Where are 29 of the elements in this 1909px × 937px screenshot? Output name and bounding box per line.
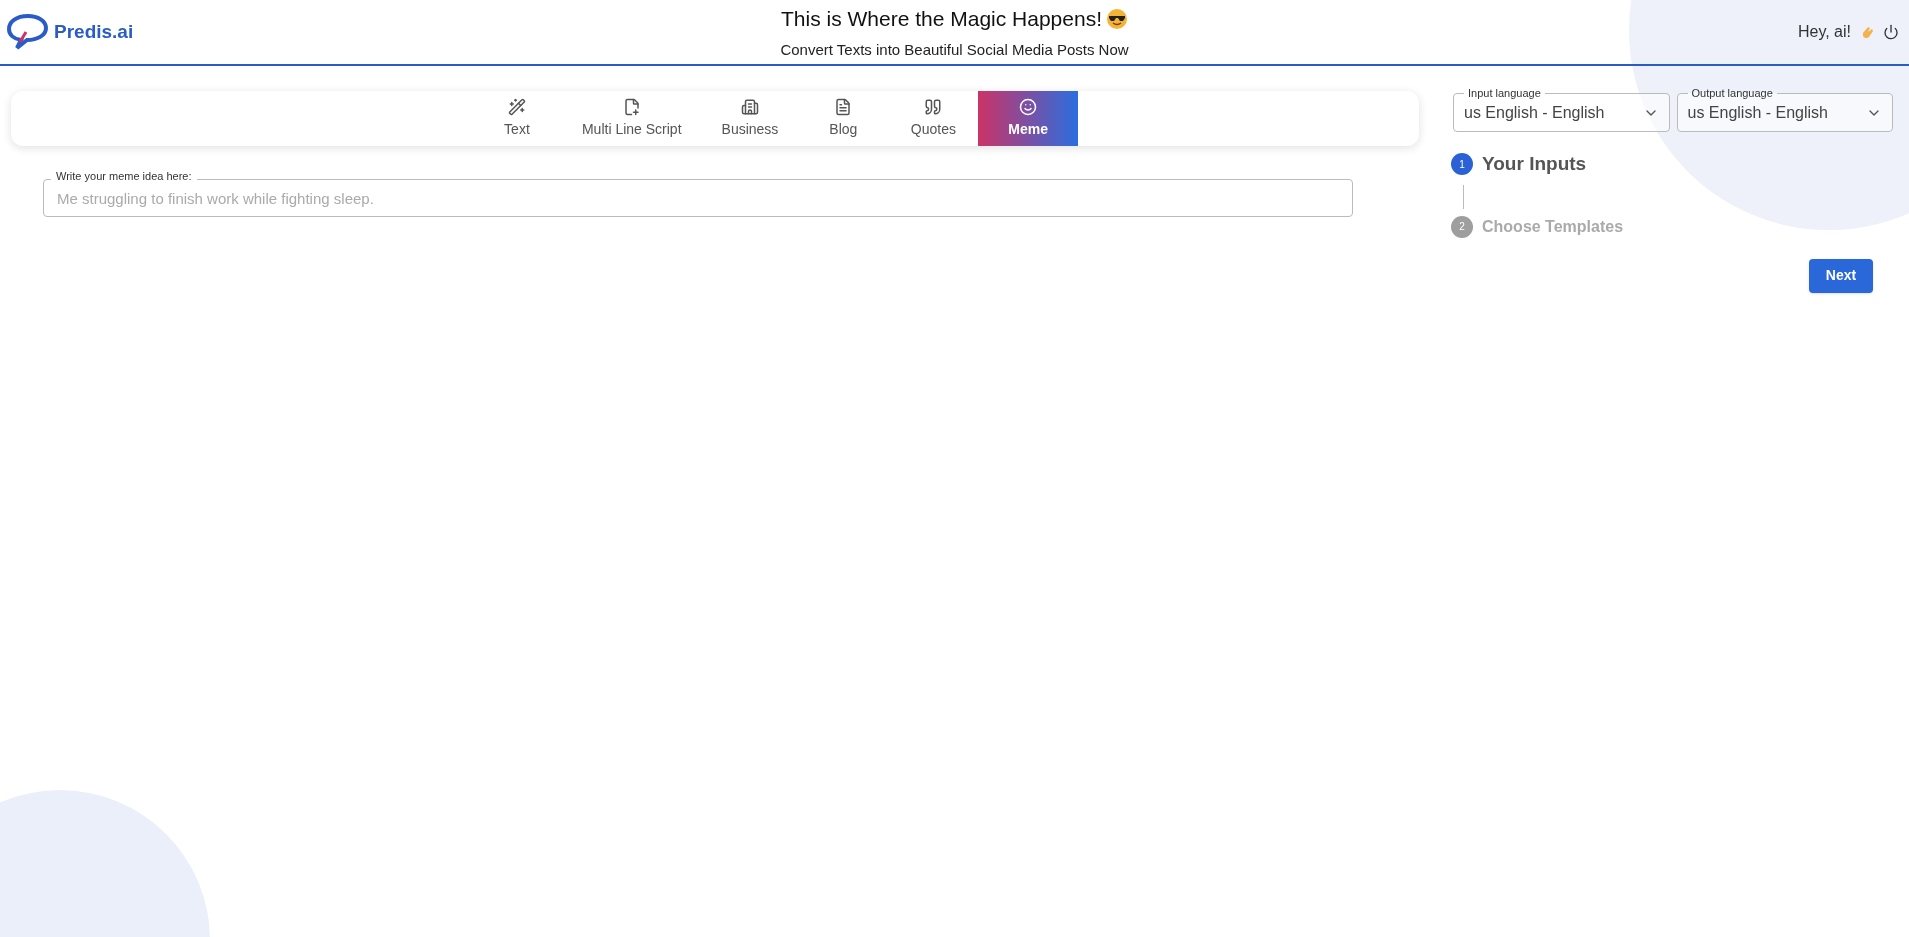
building-icon (740, 97, 759, 116)
field-label: Write your meme idea here: (51, 171, 197, 182)
page-title: This is Where the Magic Happens! (781, 6, 1102, 32)
tab[interactable]: Multi Line Script (561, 91, 702, 146)
logo-text: Predis.ai (54, 19, 134, 44)
select-label: Output language (1690, 88, 1774, 99)
tab[interactable]: Text (471, 91, 562, 146)
tab[interactable]: Meme (978, 91, 1079, 146)
tab[interactable]: Blog (798, 91, 889, 146)
select-value: us English - English (1464, 103, 1605, 123)
greeting-text: Hey, ai! (1797, 22, 1851, 42)
sunglasses-face-icon (1105, 7, 1128, 30)
tab[interactable]: Business (701, 91, 799, 146)
step-label: Choose Templates (1482, 216, 1624, 237)
smiley-icon (1019, 97, 1038, 116)
document-icon (834, 97, 853, 116)
next-button[interactable]: Next (1809, 258, 1873, 293)
logout-icon[interactable] (1883, 24, 1899, 40)
wand-icon (507, 97, 526, 116)
tab[interactable]: Quotes (888, 91, 979, 146)
step-label: Your Inputs (1482, 152, 1587, 176)
select-value: us English - English (1687, 103, 1828, 123)
step-number: 2 (1451, 215, 1473, 238)
step-number: 1 (1451, 153, 1473, 176)
logo-icon (6, 12, 50, 52)
quote-icon (924, 97, 943, 116)
note-plus-icon (622, 97, 641, 116)
page-subtitle: Convert Texts into Beautiful Social Media Posts Now (780, 39, 1129, 60)
select-label: Input language (1467, 88, 1542, 99)
